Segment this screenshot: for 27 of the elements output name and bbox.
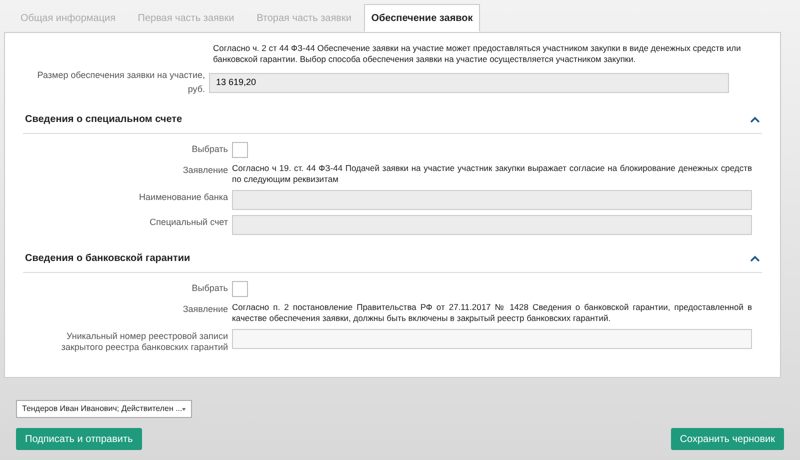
save-button[interactable]: Сохранить черновик bbox=[670, 428, 784, 450]
statement-text: Согласно п. 2 постановление Правительства РФ от 27.11.2017 № 1428 Сведения о банковской гарантии, предоставленной в качестве обеспечения заявки, должны быть включены в закрытый реестр банковских гарантий. bbox=[232, 302, 752, 324]
caret-icon bbox=[182, 406, 186, 412]
checkbox[interactable] bbox=[232, 281, 248, 297]
checkbox[interactable] bbox=[232, 142, 248, 158]
tab[interactable]: Первая часть заявки bbox=[128, 4, 244, 32]
submit-button[interactable]: Подписать и отправить bbox=[16, 428, 142, 450]
input-field[interactable] bbox=[232, 329, 752, 349]
chevron-icon[interactable] bbox=[750, 116, 760, 123]
section-title: Сведения о специальном счете bbox=[25, 113, 182, 127]
field-label: Выбрать bbox=[190, 143, 228, 155]
section-title: Сведения о банковской гарантии bbox=[25, 252, 190, 266]
field-label: Выбрать bbox=[190, 282, 228, 294]
field-label: Заявление bbox=[182, 303, 228, 315]
chevron-icon[interactable] bbox=[750, 255, 760, 262]
tab[interactable]: Общая информация bbox=[10, 4, 126, 32]
field-label: Наименование банка bbox=[138, 191, 228, 203]
note-text: Согласно ч. 2 ст 44 ФЗ-44 Обеспечение заявки на участие может предоставляться участником закупки в виде денежных средств или банковской гарантии. Выбор способа обеспечения заявки на участие осуществляется участником закупки. bbox=[213, 43, 742, 65]
field-label: Размер обеспечения заявки на участие, руб. bbox=[36, 69, 205, 96]
field-label: Специальный счет bbox=[148, 216, 228, 228]
field-label: Заявление bbox=[182, 164, 228, 176]
certificate-dropdown[interactable]: Тендеров Иван Иванович; Действителен ... bbox=[16, 400, 192, 418]
tab[interactable]: Обеспечение заявок bbox=[364, 4, 480, 32]
amount-field: 13 619,20 bbox=[209, 72, 729, 92]
tab[interactable]: Вторая часть заявки bbox=[246, 4, 362, 32]
statement-text: Согласно ч 19. ст. 44 ФЗ-44 Подачей заявки на участие участник закупки выражает согласие на блокирование денежных средств по следующим реквизитам bbox=[232, 163, 752, 185]
field-label: Уникальный номер реестровой записи закрытого реестра банковских гарантий bbox=[60, 330, 228, 353]
